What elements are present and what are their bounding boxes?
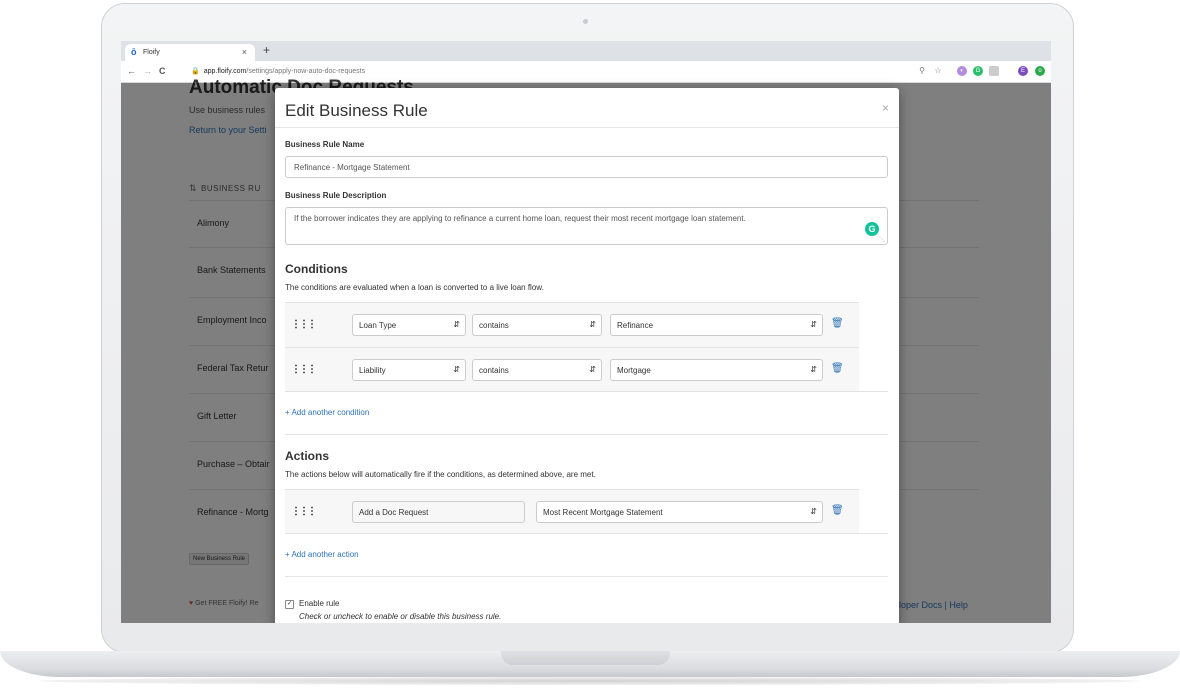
condition-value-select[interactable]: Mortgage ⇵: [610, 359, 823, 381]
divider: [275, 127, 899, 128]
drag-handle-icon[interactable]: ⋮⋮⋮: [291, 364, 317, 375]
condition-row: ⋮⋮⋮ Liability ⇵ contains ⇵ Mortgage ⇵ 🗑: [285, 347, 859, 392]
select-caret-icon: ⇵: [810, 507, 817, 516]
action-type-field[interactable]: Add a Doc Request: [352, 501, 525, 523]
profile-icon[interactable]: E: [1018, 66, 1028, 76]
zoom-icon[interactable]: ⚲: [917, 66, 927, 76]
divider: [285, 576, 888, 577]
select-caret-icon: ⇵: [453, 365, 460, 374]
extension-icon[interactable]: G: [973, 66, 983, 76]
select-value: Mortgage: [617, 366, 651, 375]
select-caret-icon: ⇵: [589, 320, 596, 329]
drag-handle-icon[interactable]: ⋮⋮⋮: [291, 319, 317, 330]
trash-icon[interactable]: 🗑: [831, 505, 844, 516]
lock-icon: 🔒: [191, 68, 200, 75]
enable-rule-label: Enable rule: [299, 599, 340, 608]
tab-close-icon[interactable]: ×: [242, 47, 247, 57]
divider: [285, 434, 888, 435]
select-value: contains: [479, 321, 509, 330]
condition-row: ⋮⋮⋮ Loan Type ⇵ contains ⇵ Refinance ⇵ 🗑: [285, 302, 859, 347]
grammarly-icon[interactable]: G: [865, 222, 879, 236]
trash-icon[interactable]: 🗑: [831, 363, 844, 374]
floify-favicon-icon: ō: [131, 47, 137, 57]
extension-icon[interactable]: ◐: [957, 66, 967, 76]
description-label: Business Rule Description: [285, 191, 387, 200]
tab-title: Floify: [143, 49, 160, 56]
condition-field-select[interactable]: Liability ⇵: [352, 359, 466, 381]
divider: [285, 391, 888, 392]
action-row: ⋮⋮⋮ Add a Doc Request Most Recent Mortga…: [285, 489, 859, 534]
action-value-select[interactable]: Most Recent Mortgage Statement ⇵: [536, 501, 823, 523]
url-path: /settings/apply-now-auto-doc-requests: [246, 68, 366, 75]
new-tab-button[interactable]: +: [263, 43, 270, 57]
actions-heading: Actions: [285, 449, 330, 463]
rule-description-textarea[interactable]: If the borrower indicates they are apply…: [285, 207, 888, 245]
select-caret-icon: ⇵: [810, 320, 817, 329]
extension-icon[interactable]: o: [1035, 66, 1045, 76]
condition-value-select[interactable]: Refinance ⇵: [610, 314, 823, 336]
camera-icon: [583, 19, 588, 24]
conditions-heading: Conditions: [285, 262, 348, 276]
trash-icon[interactable]: 🗑: [831, 318, 844, 329]
conditions-description: The conditions are evaluated when a loan…: [285, 283, 544, 292]
condition-operator-select[interactable]: contains ⇵: [472, 314, 602, 336]
screen: ō Floify × + ← → C 🔒 app.floify.com/setti…: [121, 41, 1051, 623]
enable-rule-checkbox[interactable]: ✓: [285, 600, 294, 609]
divider: [285, 533, 888, 534]
url-host: app.floify.com: [203, 68, 247, 75]
add-condition-link[interactable]: + Add another condition: [285, 408, 369, 417]
select-value: contains: [479, 366, 509, 375]
select-caret-icon: ⇵: [810, 365, 817, 374]
browser-tab[interactable]: ō Floify ×: [125, 44, 255, 61]
close-icon[interactable]: ×: [882, 101, 889, 115]
select-caret-icon: ⇵: [589, 365, 596, 374]
select-value: Refinance: [617, 321, 654, 330]
back-icon[interactable]: ←: [127, 66, 136, 76]
select-value: Liability: [359, 366, 386, 375]
name-label: Business Rule Name: [285, 140, 365, 149]
drag-handle-icon[interactable]: ⋮⋮⋮: [291, 506, 317, 517]
action-type-value: Add a Doc Request: [359, 508, 429, 517]
extension-icon[interactable]: [989, 66, 999, 76]
actions-description: The actions below will automatically fir…: [285, 470, 596, 479]
condition-operator-select[interactable]: contains ⇵: [472, 359, 602, 381]
tab-bar: ō Floify × +: [121, 41, 1051, 61]
rule-name-input[interactable]: Refinance - Mortgage Statement: [285, 156, 888, 178]
edit-business-rule-modal: Edit Business Rule × Business Rule Name …: [275, 88, 899, 623]
enable-rule-help: Check or uncheck to enable or disable th…: [299, 612, 502, 621]
star-icon[interactable]: ☆: [933, 66, 943, 76]
laptop-notch: [501, 651, 670, 665]
reload-icon[interactable]: C: [159, 66, 166, 76]
select-value: Loan Type: [359, 321, 397, 330]
modal-title: Edit Business Rule: [285, 101, 428, 120]
select-value: Most Recent Mortgage Statement: [543, 508, 663, 517]
description-text: If the borrower indicates they are apply…: [294, 214, 746, 223]
laptop-shadow: [40, 677, 1140, 685]
forward-icon[interactable]: →: [143, 66, 152, 76]
condition-field-select[interactable]: Loan Type ⇵: [352, 314, 466, 336]
resize-handle-icon[interactable]: ⋱: [879, 236, 885, 243]
select-caret-icon: ⇵: [453, 320, 460, 329]
add-action-link[interactable]: + Add another action: [285, 550, 359, 559]
